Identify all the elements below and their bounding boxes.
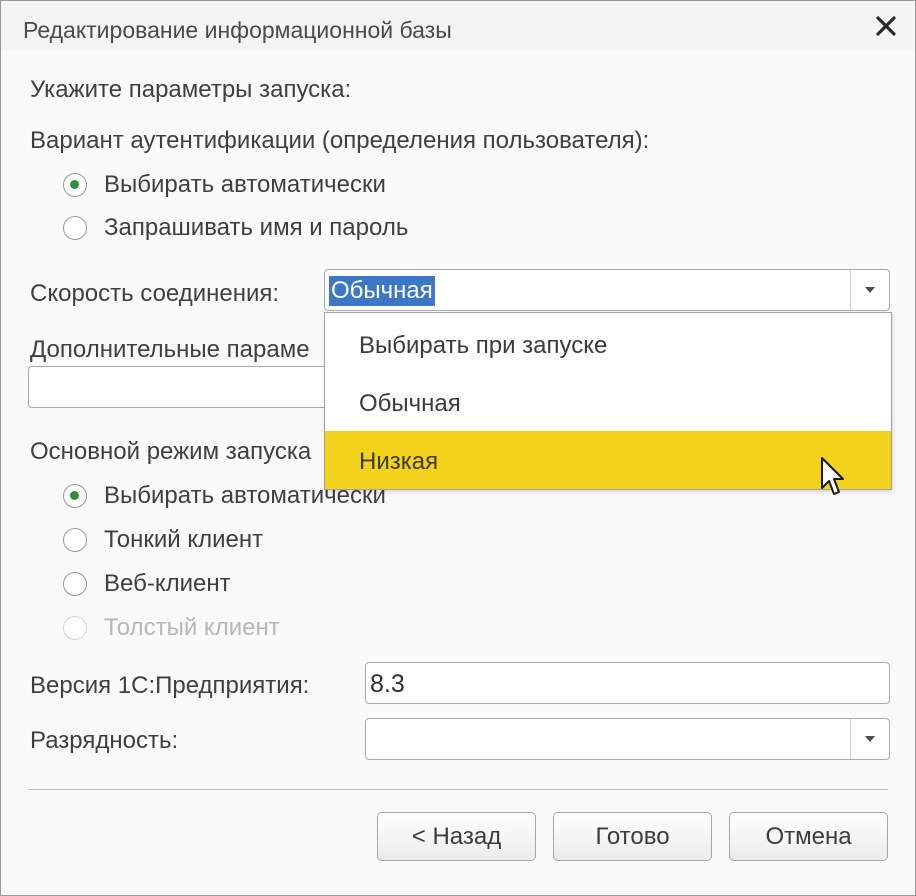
extra-params-label: Дополнительные параме bbox=[30, 336, 310, 363]
speed-dropdown-list: Выбирать при запуске Обычная Низкая bbox=[324, 312, 892, 490]
speed-label: Скорость соединения: bbox=[30, 280, 280, 307]
version-label: Версия 1С:Предприятия: bbox=[30, 672, 310, 699]
footer-divider bbox=[28, 789, 888, 790]
speed-select[interactable]: Обычная bbox=[324, 269, 890, 311]
prompt-label: Укажите параметры запуска: bbox=[30, 76, 352, 103]
auth-radio-password-label[interactable]: Запрашивать имя и пароль bbox=[104, 214, 408, 242]
auth-radio-password[interactable] bbox=[63, 216, 87, 240]
dropdown-option-select-on-start[interactable]: Выбирать при запуске bbox=[325, 315, 891, 373]
bitness-select[interactable] bbox=[365, 718, 890, 760]
chevron-down-icon bbox=[865, 736, 875, 742]
back-button[interactable]: < Назад bbox=[377, 812, 536, 861]
mouse-cursor-icon bbox=[820, 456, 846, 505]
chevron-down-icon bbox=[865, 287, 875, 293]
mode-radio-thin[interactable] bbox=[63, 528, 87, 552]
mode-radio-web[interactable] bbox=[63, 572, 87, 596]
extra-params-input[interactable] bbox=[28, 366, 328, 408]
mode-radio-web-label[interactable]: Веб-клиент bbox=[104, 570, 231, 598]
dialog-title: Редактирование информационной базы bbox=[23, 17, 452, 43]
speed-selected-value: Обычная bbox=[329, 276, 435, 306]
speed-dropdown-button[interactable] bbox=[850, 270, 889, 310]
auth-group-label: Вариант аутентификации (определения поль… bbox=[30, 127, 650, 154]
version-value: 8.3 bbox=[370, 670, 405, 698]
dropdown-option-low[interactable]: Низкая bbox=[325, 431, 891, 489]
done-button[interactable]: Готово bbox=[553, 812, 712, 861]
close-icon[interactable] bbox=[871, 11, 901, 41]
mode-group-label: Основной режим запуска bbox=[30, 438, 312, 465]
dropdown-option-label: Низкая bbox=[359, 448, 439, 475]
auth-radio-auto-label[interactable]: Выбирать автоматически bbox=[104, 171, 386, 199]
mode-radio-thick bbox=[63, 616, 87, 640]
mode-radio-thin-label[interactable]: Тонкий клиент bbox=[104, 526, 263, 554]
dropdown-option-label: Выбирать при запуске bbox=[359, 332, 608, 359]
mode-radio-auto[interactable] bbox=[63, 484, 87, 508]
title-bar: Редактирование информационной базы bbox=[1, 1, 915, 51]
mode-radio-thick-label: Толстый клиент bbox=[104, 614, 280, 641]
bitness-label: Разрядность: bbox=[30, 727, 179, 754]
dropdown-option-normal[interactable]: Обычная bbox=[325, 373, 891, 431]
auth-radio-auto[interactable] bbox=[63, 173, 87, 197]
cancel-button[interactable]: Отмена bbox=[729, 812, 888, 861]
bitness-dropdown-button[interactable] bbox=[850, 719, 889, 759]
dropdown-option-label: Обычная bbox=[359, 390, 461, 417]
version-input[interactable]: 8.3 bbox=[365, 662, 890, 704]
